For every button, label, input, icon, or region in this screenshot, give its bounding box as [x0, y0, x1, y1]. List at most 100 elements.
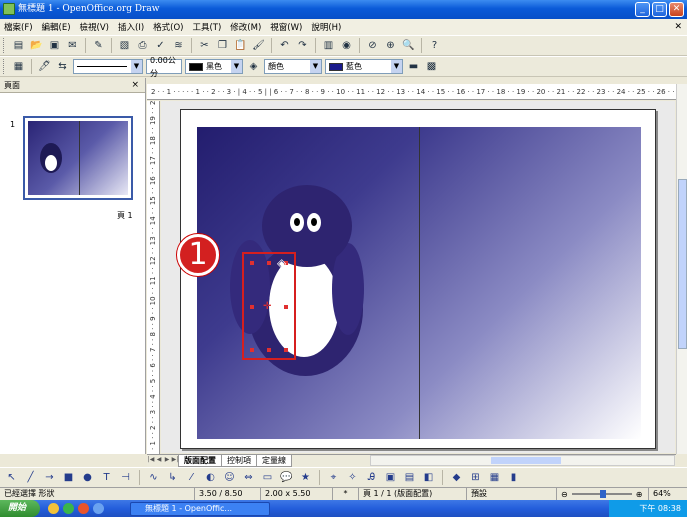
tab-controls[interactable]: 控制項	[221, 455, 257, 467]
page-divider-line[interactable]	[419, 127, 420, 439]
gallery-tool-icon[interactable]: ▤	[402, 470, 417, 485]
maximize-button[interactable]: □	[652, 2, 667, 17]
email-icon[interactable]: ✉	[65, 38, 80, 53]
help-icon[interactable]: ?	[427, 38, 442, 53]
line-color-select[interactable]: 黑色 ▼	[185, 59, 243, 74]
zoom-level[interactable]: 64%	[649, 488, 687, 500]
zoom-out-button-icon[interactable]: ⊖	[561, 489, 568, 500]
vertical-scroll-thumb[interactable]	[678, 179, 687, 349]
penguin-right-wing-shape[interactable]	[332, 243, 364, 335]
line-width-field[interactable]: 0.00公分	[146, 56, 182, 78]
block-arrows-icon[interactable]: ⇔	[241, 470, 256, 485]
tab-first-icon[interactable]: |◀	[147, 456, 155, 466]
area-fill-icon[interactable]: ◈	[246, 59, 261, 74]
new-document-icon[interactable]: ▤	[11, 38, 26, 53]
glue-points-icon[interactable]: ✧	[345, 470, 360, 485]
extrusion-icon[interactable]: ◧	[421, 470, 436, 485]
zoom-out-icon[interactable]: 🔍	[401, 38, 416, 53]
open-folder-icon[interactable]: 📂	[29, 38, 44, 53]
flowchart-icon[interactable]: ▭	[260, 470, 275, 485]
menu-modify[interactable]: 修改(M)	[230, 21, 261, 33]
spellcheck-icon[interactable]: ✓	[153, 38, 168, 53]
quick-launch-icon[interactable]	[63, 503, 75, 514]
export-pdf-icon[interactable]: ▧	[117, 38, 132, 53]
ellipse-tool-icon[interactable]: ●	[80, 470, 95, 485]
copy-icon[interactable]: ❐	[215, 38, 230, 53]
arrow-style-icon[interactable]: ⇆	[55, 59, 70, 74]
align-icon[interactable]: ⊞	[468, 470, 483, 485]
format-paintbrush-icon[interactable]: 🖌	[251, 38, 266, 53]
rectangle-tool-icon[interactable]: ■	[61, 470, 76, 485]
document-close-button[interactable]: ✕	[674, 22, 682, 32]
curve-tool-icon[interactable]: ∿	[146, 470, 161, 485]
quick-launch-icon[interactable]	[93, 503, 105, 514]
penguin-right-eye[interactable]	[307, 213, 321, 232]
menu-window[interactable]: 視窗(W)	[270, 21, 302, 33]
menu-file[interactable]: 檔案(F)	[4, 21, 33, 33]
menu-help[interactable]: 說明(H)	[311, 21, 341, 33]
selection-handle[interactable]	[284, 305, 288, 309]
vertical-ruler[interactable]: · 1 · · 2 · · 3 · · 4 · · 5 · · 6 · · 7 …	[147, 101, 160, 454]
tab-next-icon[interactable]: ▶	[163, 456, 171, 466]
selection-handle[interactable]	[250, 261, 254, 265]
line-style-select[interactable]: ▼	[73, 59, 143, 74]
close-button[interactable]: ✕	[669, 2, 684, 17]
toolbar-grip[interactable]	[3, 59, 6, 74]
selection-handle[interactable]	[284, 348, 288, 352]
line-icon[interactable]: 🖊	[37, 59, 52, 74]
points-icon[interactable]: ⌖	[326, 470, 341, 485]
vertical-scrollbar[interactable]	[676, 84, 687, 454]
undo-icon[interactable]: ↶	[277, 38, 292, 53]
symbol-shapes-icon[interactable]: ☺	[222, 470, 237, 485]
horizontal-scrollbar[interactable]	[370, 455, 675, 466]
area-color-select[interactable]: 藍色 ▼	[325, 59, 403, 74]
stars-icon[interactable]: ★	[298, 470, 313, 485]
line-tool-icon[interactable]: ╱	[23, 470, 38, 485]
basic-shapes-icon[interactable]: ◐	[203, 470, 218, 485]
chart-icon[interactable]: ▥	[321, 38, 336, 53]
quick-launch-icon[interactable]	[78, 503, 90, 514]
zoom-in-button-icon[interactable]: ⊕	[636, 489, 643, 500]
gallery-icon[interactable]: ⊕	[383, 38, 398, 53]
print-icon[interactable]: ⎙	[135, 38, 150, 53]
toggle-extrusion-icon[interactable]: ▮	[506, 470, 521, 485]
zoom-slider[interactable]: ⊖ ⊕	[557, 488, 649, 500]
from-file-icon[interactable]: ▣	[383, 470, 398, 485]
horizontal-scroll-thumb[interactable]	[491, 457, 561, 464]
save-icon[interactable]: ▣	[47, 38, 62, 53]
tab-dimension-lines[interactable]: 定量線	[256, 455, 292, 467]
transparency-icon[interactable]: ▩	[424, 59, 439, 74]
autospell-icon[interactable]: ≋	[171, 38, 186, 53]
menu-format[interactable]: 格式(O)	[153, 21, 183, 33]
styles-icon[interactable]: ▦	[11, 59, 26, 74]
shadow-icon[interactable]: ▬	[406, 59, 421, 74]
paste-icon[interactable]: 📋	[233, 38, 248, 53]
arrow-tool-icon[interactable]: →	[42, 470, 57, 485]
cut-icon[interactable]: ✂	[197, 38, 212, 53]
navigator-icon[interactable]: ◉	[339, 38, 354, 53]
page-thumbnail[interactable]	[23, 116, 133, 200]
minimize-button[interactable]: _	[635, 2, 650, 17]
panel-close-button[interactable]: ×	[131, 78, 139, 93]
start-button[interactable]: 開始	[0, 500, 41, 517]
tab-layout[interactable]: 版面配置	[178, 455, 222, 467]
selection-handle[interactable]	[267, 348, 271, 352]
zoom-icon[interactable]: ⊘	[365, 38, 380, 53]
effects-icon[interactable]: ◆	[449, 470, 464, 485]
fontwork-icon[interactable]: Ꭿ	[364, 470, 379, 485]
select-arrow-icon[interactable]: ↖	[4, 470, 19, 485]
toolbar-grip[interactable]	[3, 38, 6, 53]
text-tool-icon[interactable]: T	[99, 470, 114, 485]
edit-file-icon[interactable]: ✎	[91, 38, 106, 53]
taskbar-window-button[interactable]: 無標題 1 - OpenOffic...	[130, 501, 271, 516]
quick-launch-icon[interactable]	[48, 503, 60, 514]
connector-tool-icon[interactable]: ⊣	[118, 470, 133, 485]
redo-icon[interactable]: ↷	[295, 38, 310, 53]
selection-handle[interactable]	[267, 261, 271, 265]
selection-handle[interactable]	[250, 348, 254, 352]
lines-arrows-icon[interactable]: ⁄	[184, 470, 199, 485]
arrange-icon[interactable]: ▦	[487, 470, 502, 485]
menu-edit[interactable]: 編輯(E)	[42, 21, 71, 33]
connectors-icon[interactable]: ↳	[165, 470, 180, 485]
zoom-track[interactable]	[571, 490, 632, 498]
